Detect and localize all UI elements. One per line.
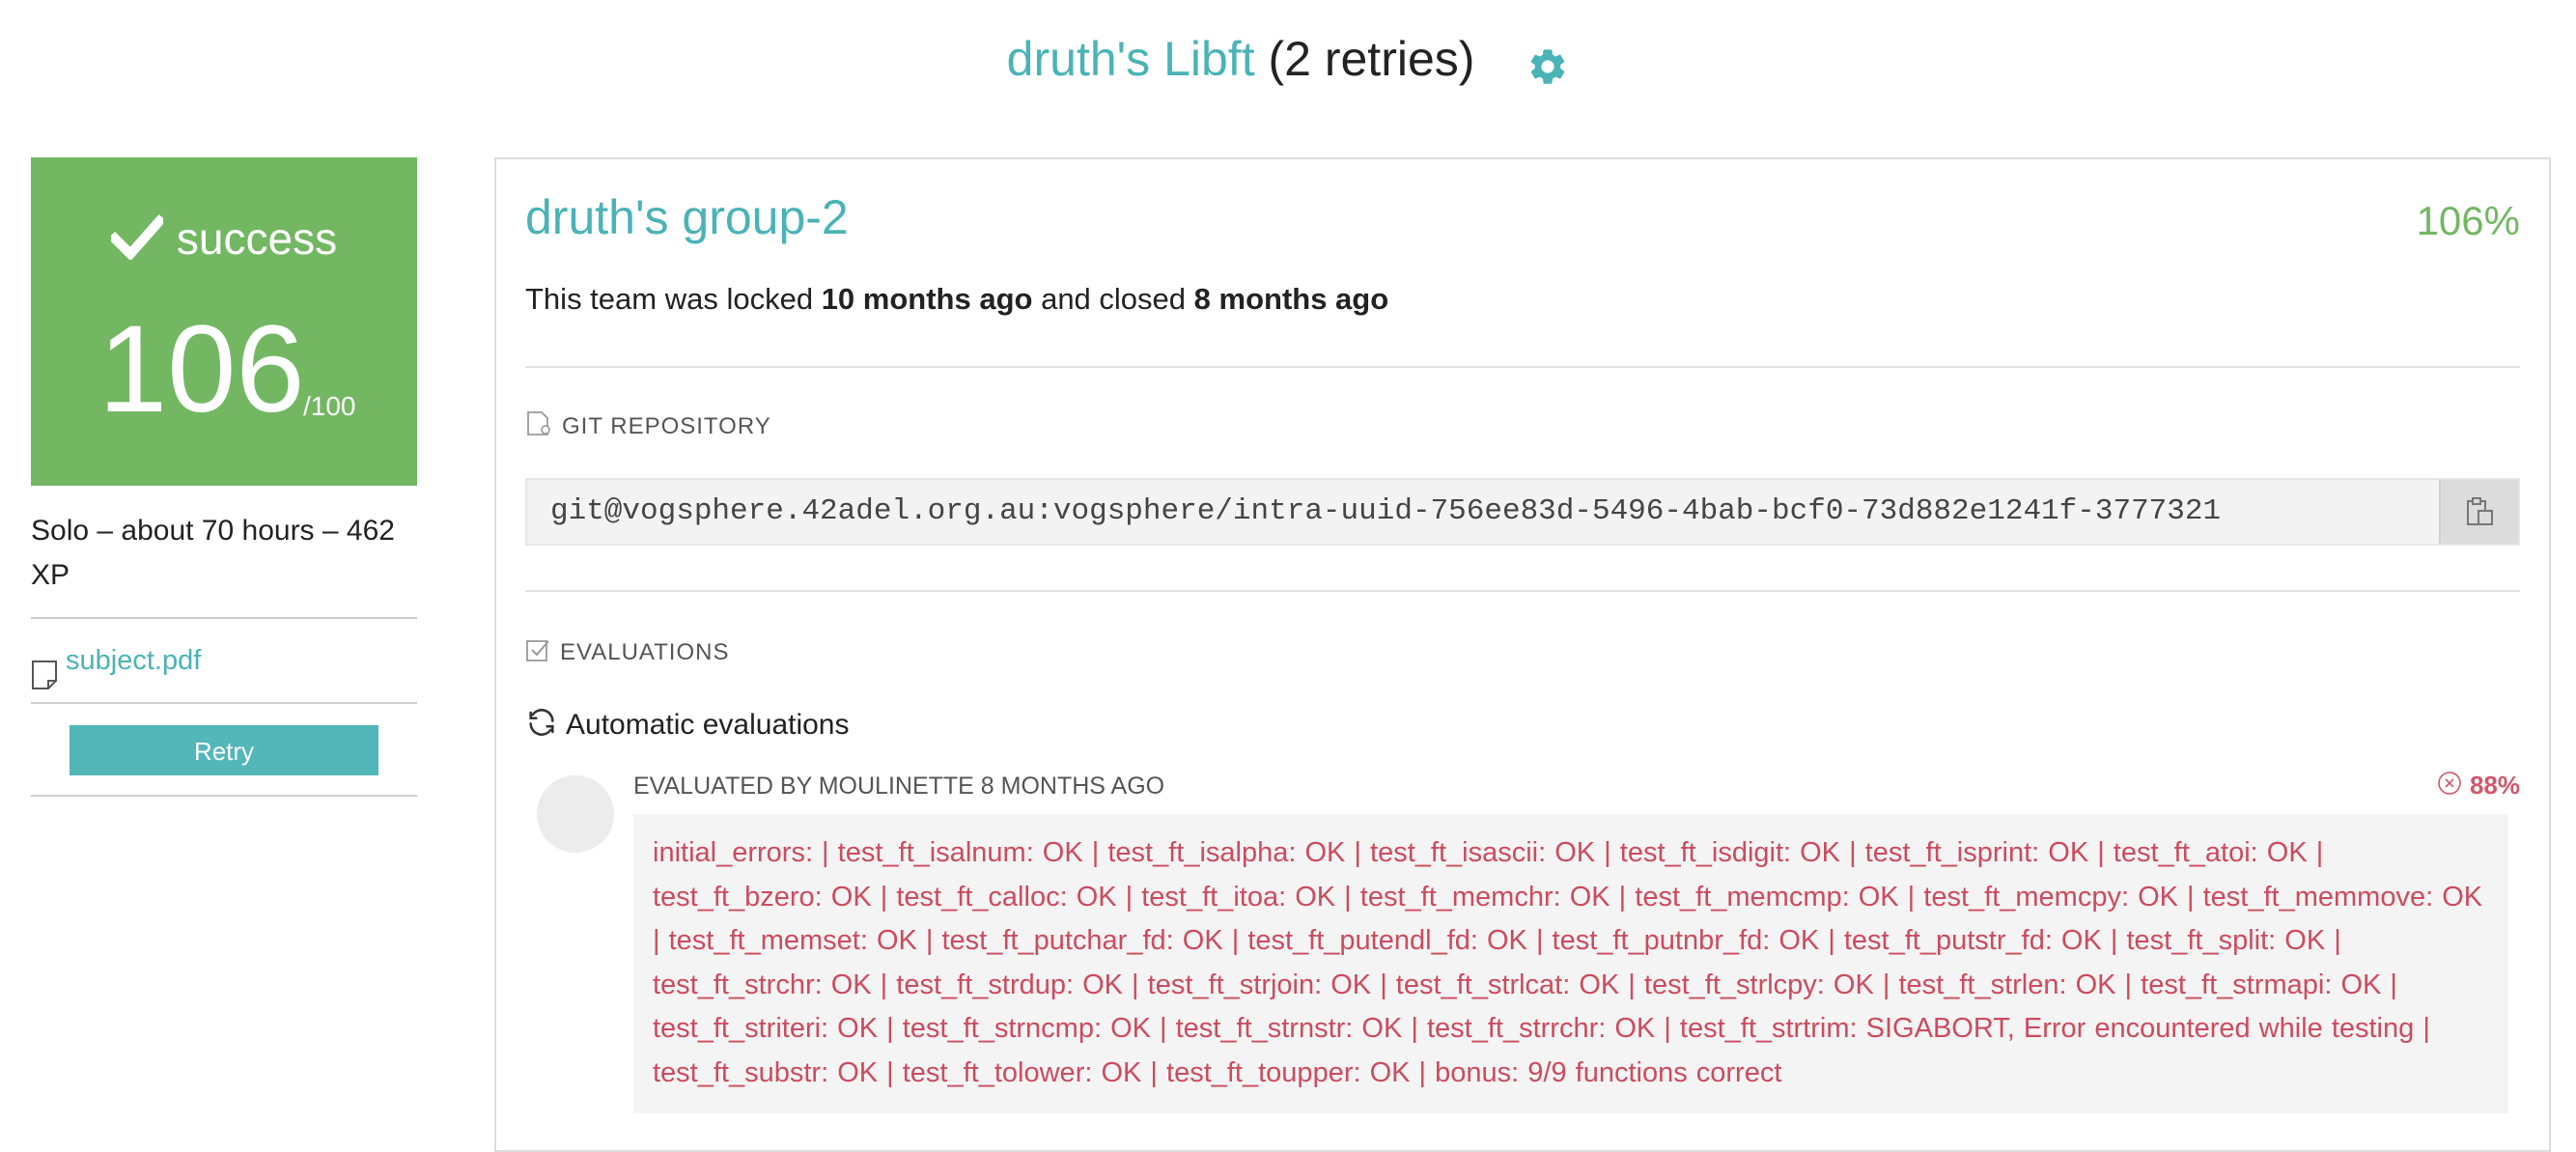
score-card: success 106 /100 bbox=[31, 157, 417, 486]
evaluation-result: initial_errors: | test_ft_isalnum: OK | … bbox=[633, 814, 2508, 1113]
locked-time: 10 months ago bbox=[821, 282, 1033, 316]
score-max: /100 bbox=[303, 391, 356, 421]
fail-circle-icon bbox=[2438, 772, 2461, 795]
subject-pdf-link[interactable]: subject.pdf bbox=[66, 645, 201, 676]
status-line: success bbox=[31, 211, 417, 266]
closed-prefix: and closed bbox=[1041, 282, 1187, 316]
subject-row: subject.pdf bbox=[31, 619, 417, 702]
gear-icon[interactable] bbox=[1526, 38, 1569, 84]
repo-file-icon bbox=[527, 410, 550, 436]
evaluations-label: EVALUATIONS bbox=[560, 639, 730, 665]
lock-status: This team was locked 10 months ago and c… bbox=[525, 279, 1388, 320]
evaluation-percent-value: 88% bbox=[2469, 771, 2520, 800]
page-title: druth's Libft (2 retries) bbox=[0, 25, 2576, 93]
retry-row: Retry bbox=[31, 704, 417, 795]
git-url-field[interactable]: git@vogsphere.42adel.org.au:vogsphere/in… bbox=[525, 478, 2520, 546]
automatic-evaluations-label: Automatic evaluations bbox=[566, 709, 850, 741]
avatar bbox=[537, 775, 614, 853]
evaluation-percent: 88% bbox=[2437, 768, 2520, 802]
team-percent: 106% bbox=[2416, 198, 2520, 243]
git-url[interactable]: git@vogsphere.42adel.org.au:vogsphere/in… bbox=[550, 480, 2221, 544]
divider bbox=[31, 795, 417, 797]
project-meta: Solo – about 70 hours – 462 XP bbox=[31, 515, 395, 591]
evaluator-line: EVALUATED BY MOULINETTE 8 MONTHS AGO bbox=[633, 773, 1165, 800]
checkmark-icon bbox=[107, 213, 166, 262]
refresh-icon bbox=[529, 709, 554, 737]
project-sidebar: success 106 /100 Solo – about 70 hours –… bbox=[31, 157, 417, 797]
final-score: 106 bbox=[98, 300, 305, 438]
team-panel: druth's group-2 106% This team was locke… bbox=[494, 157, 2551, 1152]
evaluation-result-text: initial_errors: | test_ft_isalnum: OK | … bbox=[653, 837, 2483, 1088]
checkbox-icon bbox=[526, 639, 549, 661]
retries-count: (2 retries) bbox=[1268, 32, 1475, 86]
closed-time: 8 months ago bbox=[1193, 282, 1389, 316]
status-label: success bbox=[176, 213, 338, 264]
copy-button[interactable] bbox=[2439, 480, 2518, 544]
group-title[interactable]: druth's group-2 bbox=[525, 186, 849, 248]
evaluations-heading: EVALUATIONS bbox=[525, 638, 729, 667]
git-repository-label: GIT REPOSITORY bbox=[562, 413, 771, 439]
automatic-evaluations-heading: Automatic evaluations bbox=[525, 706, 850, 745]
locked-prefix: This team was locked bbox=[525, 282, 814, 316]
divider bbox=[525, 366, 2520, 368]
git-repository-heading: GIT REPOSITORY bbox=[525, 410, 771, 441]
project-title-link[interactable]: druth's Libft bbox=[1007, 32, 1255, 86]
clipboard-icon bbox=[2467, 497, 2493, 525]
retry-button[interactable]: Retry bbox=[70, 725, 378, 775]
document-icon bbox=[31, 640, 58, 690]
divider bbox=[525, 590, 2520, 592]
